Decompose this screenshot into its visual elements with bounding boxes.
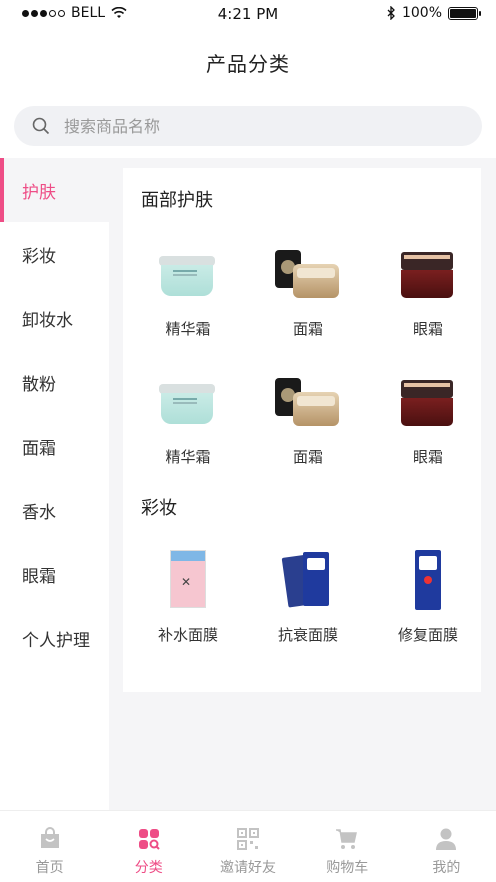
sidebar-item-label: 面霜 [22,438,56,459]
sidebar-item-makeup[interactable]: 彩妆 [0,222,109,286]
product-item[interactable]: ✕ 补水面膜 [133,550,243,645]
product-label: 精华霜 [165,448,211,466]
section-title: 面部护肤 [141,190,213,211]
sidebar-item-label: 香水 [22,502,56,523]
tab-cart[interactable]: 购物车 [298,811,397,882]
sidebar-item-makeup-remover[interactable]: 卸妆水 [0,286,109,350]
search-icon [32,117,50,135]
header: 产品分类 [0,28,496,98]
product-item[interactable]: 精华霜 [133,372,243,467]
product-image [153,244,223,304]
tab-label: 首页 [35,860,64,876]
page-title: 产品分类 [206,52,290,76]
battery-icon [448,6,481,20]
product-label: 修复面膜 [397,626,458,644]
search-bar [0,98,496,158]
tab-home[interactable]: 首页 [0,811,99,882]
product-label: 精华霜 [165,320,211,338]
product-item[interactable]: 精华霜 [133,244,243,339]
product-image [393,550,463,610]
product-item[interactable]: 眼霜 [373,372,483,467]
sidebar-item-label: 护肤 [22,182,56,203]
status-right: 100% [386,5,481,21]
product-label: 补水面膜 [157,626,218,644]
tab-label: 分类 [134,860,163,876]
tab-invite-friends[interactable]: 邀请好友 [198,811,297,882]
tab-label: 邀请好友 [220,860,276,876]
product-image [393,372,463,432]
tab-label: 我的 [432,860,461,876]
product-image [273,244,343,304]
section-title: 彩妆 [141,498,177,519]
tab-profile[interactable]: 我的 [397,811,496,882]
bottom-tab-bar: 首页 分类 邀请好友 购物车 我的 [0,810,496,882]
status-bar: BELL 4:21 PM 100% [0,0,496,28]
sidebar-item-label: 眼霜 [22,566,56,587]
sidebar-item-loose-powder[interactable]: 散粉 [0,350,109,414]
product-item[interactable]: 面霜 [253,244,363,339]
search-box[interactable] [14,106,482,146]
product-image [393,244,463,304]
tab-category[interactable]: 分类 [99,811,198,882]
product-label: 面霜 [292,448,323,466]
product-label: 面霜 [292,320,323,338]
bluetooth-icon [387,6,395,20]
sidebar-item-eye-cream[interactable]: 眼霜 [0,542,109,606]
product-label: 抗衰面膜 [277,626,338,644]
product-image: ✕ [153,550,223,610]
product-item[interactable]: 抗衰面膜 [253,550,363,645]
product-label: 眼霜 [412,320,443,338]
sidebar-item-personal-care[interactable]: 个人护理 [0,606,109,670]
tab-label: 购物车 [326,860,369,876]
product-item[interactable]: 面霜 [253,372,363,467]
sidebar-item-label: 个人护理 [22,630,90,651]
product-item[interactable]: 修复面膜 [373,550,483,645]
cart-icon [336,829,358,849]
user-icon [436,828,457,850]
category-icon [138,829,160,850]
sidebar-item-label: 卸妆水 [22,310,73,331]
sidebar-item-skincare[interactable]: 护肤 [0,158,109,222]
category-sidebar: 护肤 彩妆 卸妆水 散粉 面霜 香水 眼霜 个人护理 [0,158,109,810]
product-image [273,372,343,432]
category-content-panel: 面部护肤 精华霜 面霜 眼霜 精华霜 面霜 眼霜 彩妆 ✕ 补水面膜 抗衰面膜 … [123,168,481,692]
sidebar-item-label: 散粉 [22,374,56,395]
product-item[interactable]: 眼霜 [373,244,483,339]
battery-percent: 100% [401,5,442,21]
sidebar-item-label: 彩妆 [22,246,56,267]
product-label: 眼霜 [412,448,443,466]
product-image [273,550,343,610]
bag-icon [40,827,59,848]
sidebar-item-face-cream[interactable]: 面霜 [0,414,109,478]
search-input[interactable] [64,116,424,136]
sidebar-item-perfume[interactable]: 香水 [0,478,109,542]
product-image [153,372,223,432]
qr-code-icon [237,828,259,850]
